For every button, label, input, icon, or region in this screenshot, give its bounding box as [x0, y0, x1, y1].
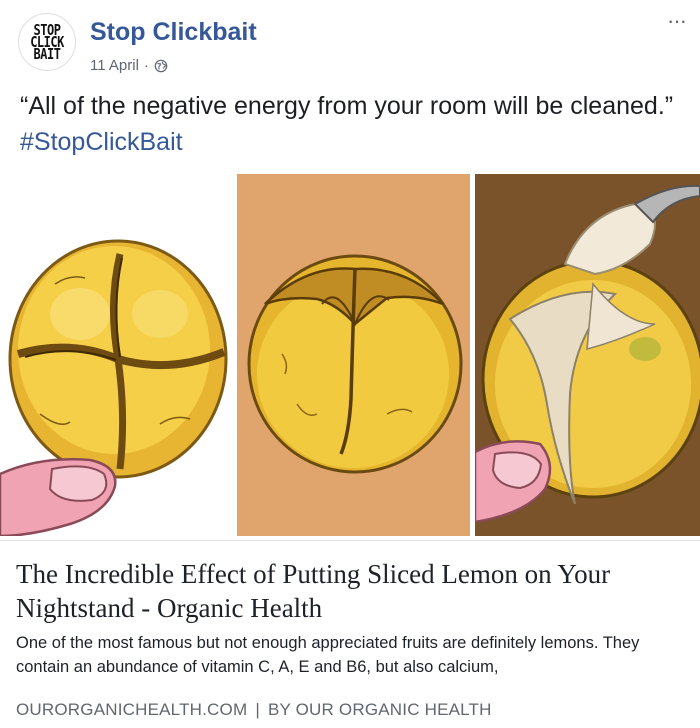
post-meta: 11 April ·: [90, 57, 168, 74]
link-domain: OURORGANICHEALTH.COM: [16, 700, 248, 719]
link-source: OURORGANICHEALTH.COM | BY OUR ORGANIC HEAL…: [16, 700, 492, 720]
link-preview[interactable]: The Incredible Effect of Putting Sliced …: [0, 540, 700, 728]
link-title[interactable]: The Incredible Effect of Putting Sliced …: [16, 557, 686, 625]
page-name-link[interactable]: Stop Clickbait: [90, 18, 257, 47]
avatar[interactable]: STOP CLICK BAIT: [18, 13, 76, 71]
more-options-icon[interactable]: ···: [667, 8, 687, 34]
post-date[interactable]: 11 April: [90, 57, 139, 74]
link-description: One of the most famous but not enough ap…: [16, 634, 640, 676]
image-panel-lemon-top-cut: [237, 174, 470, 536]
avatar-line-bait: BAIT: [33, 45, 61, 63]
hashtag-link[interactable]: #StopClickBait: [20, 128, 183, 156]
link-author: BY OUR ORGANIC HEALTH: [267, 700, 492, 719]
post-header: STOP CLICK BAIT Stop Clickbait 11 April …: [0, 0, 700, 88]
post-text: “All of the negative energy from your ro…: [20, 88, 680, 160]
meta-dot: ·: [143, 57, 149, 74]
globe-icon[interactable]: [154, 59, 168, 73]
image-panel-lemon-salt: [475, 174, 700, 536]
link-separator: |: [255, 700, 260, 719]
image-panel-lemon-cross-cut: [0, 174, 232, 536]
post-quote: “All of the negative energy from your ro…: [20, 92, 674, 120]
post-image[interactable]: [0, 172, 700, 538]
